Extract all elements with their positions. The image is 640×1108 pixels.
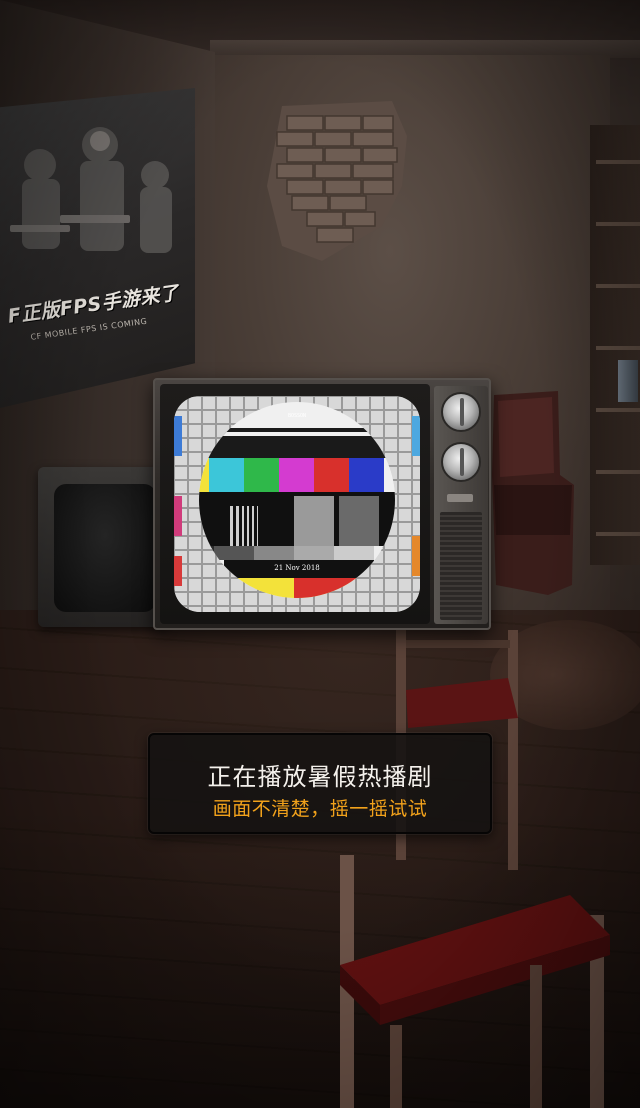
exposed-brick [262, 96, 412, 266]
dial-knob-icon[interactable] [441, 392, 481, 432]
shelf-board [596, 470, 640, 474]
speaker-grill [440, 512, 482, 620]
test-pattern [174, 396, 420, 612]
message-dialog: 正在播放暑假热播剧 画面不清楚，摇一摇试试 [148, 733, 492, 834]
dialog-title: 正在播放暑假热播剧 [207, 763, 433, 791]
dial-knob-icon[interactable] [441, 442, 481, 482]
shelf-board [596, 346, 640, 350]
game-scene: F正版FPS手游来了 CF MOBILE FPS IS COMING BOSSO… [0, 0, 640, 1108]
chair-front [340, 855, 610, 1108]
dialog-hint: 画面不清楚，摇一摇试试 [212, 798, 428, 820]
shelf-board [596, 532, 640, 536]
shelf-book [618, 360, 638, 402]
tv-top-label: BOSSON [287, 413, 307, 419]
shelf-board [596, 408, 640, 412]
armchair [492, 391, 574, 595]
tv-brand-plate [447, 494, 473, 502]
black-tv-screen [54, 484, 156, 612]
tv-screen[interactable]: BOSSON 21 Nov 2018 [174, 396, 420, 612]
brick-pattern [267, 101, 407, 261]
shelf-board [596, 222, 640, 226]
tv-date-label: 21 Nov 2018 [274, 564, 320, 572]
shelf-board [596, 160, 640, 164]
shelf-board [596, 284, 640, 288]
bookshelf [590, 125, 640, 565]
